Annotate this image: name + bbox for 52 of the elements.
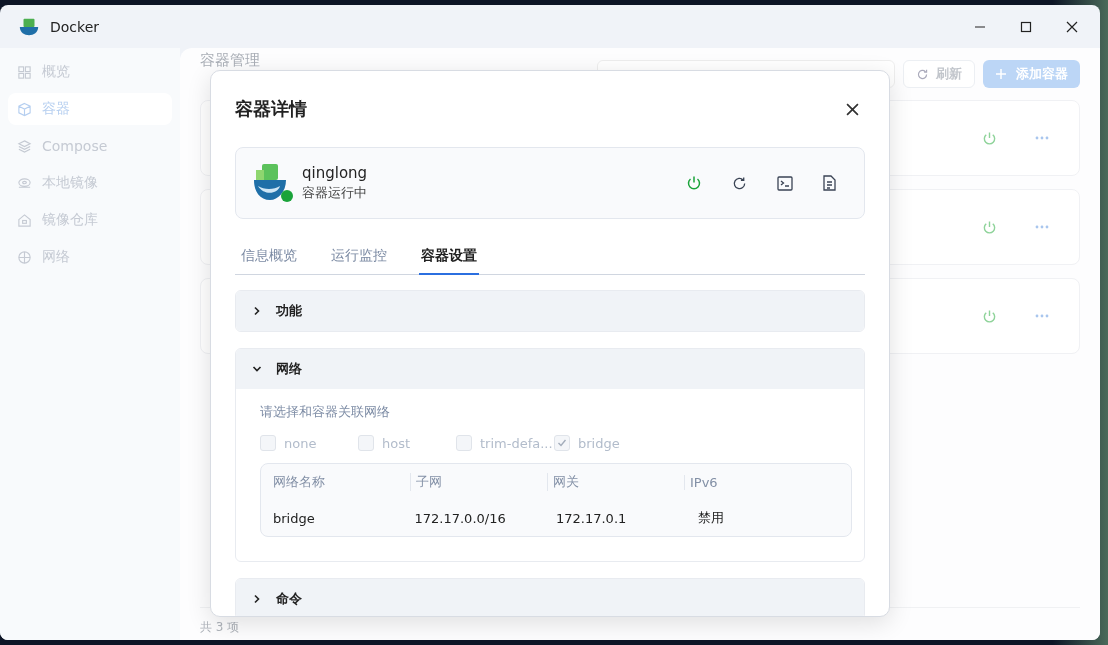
maximize-icon[interactable] — [1020, 20, 1032, 33]
more-icon[interactable] — [1035, 136, 1049, 140]
section-header[interactable]: 网络 — [236, 349, 864, 389]
item-count: 共 3 项 — [200, 619, 240, 636]
grid-icon — [17, 64, 32, 80]
tab[interactable]: 信息概览 — [239, 241, 299, 275]
network-checkbox[interactable]: none — [260, 435, 358, 451]
terminal-icon[interactable] — [777, 175, 793, 191]
refresh-button[interactable]: 刷新 — [903, 60, 975, 88]
chevron-right-icon — [252, 594, 262, 604]
table-cell-text: 禁用 — [697, 509, 725, 527]
more-icon[interactable] — [1035, 314, 1049, 318]
window-title: Docker — [50, 18, 100, 35]
whale-logo-icon — [252, 162, 288, 202]
sidebar-item[interactable]: 容器 — [8, 93, 172, 125]
power-icon[interactable] — [982, 219, 997, 235]
add-container-button[interactable]: 添加容器 — [983, 60, 1080, 88]
dialog-title: 容器详情 — [235, 97, 307, 121]
check-icon — [557, 438, 567, 448]
close-icon[interactable] — [846, 102, 859, 116]
column-header: 网络名称 — [273, 473, 326, 491]
network-hint: 请选择和容器关联网络 — [260, 403, 391, 421]
section-header[interactable]: 功能 — [236, 291, 864, 331]
power-icon[interactable] — [686, 175, 702, 191]
more-icon[interactable] — [1035, 225, 1049, 229]
network-checkbox[interactable]: host — [358, 435, 456, 451]
container-name: qinglong — [302, 164, 368, 182]
chevron-right-icon — [252, 306, 262, 316]
network-checkbox[interactable]: bridge — [554, 435, 652, 451]
container-status: 容器运行中 — [302, 184, 368, 202]
section-header[interactable]: 命令 — [236, 579, 864, 616]
power-icon[interactable] — [982, 308, 997, 324]
tab[interactable]: 运行监控 — [329, 241, 389, 275]
tab[interactable]: 容器设置 — [419, 241, 479, 275]
page-title: 容器管理 — [200, 50, 260, 70]
layers-icon — [17, 138, 32, 154]
table-cell-text: 172.17.0.1 — [556, 510, 628, 526]
cube-icon — [17, 101, 32, 117]
restart-icon[interactable] — [732, 175, 747, 191]
house-icon — [17, 212, 32, 228]
log-icon[interactable] — [823, 175, 836, 191]
power-icon[interactable] — [982, 130, 997, 146]
chevron-down-icon — [252, 364, 262, 374]
table-cell-text: bridge — [273, 510, 316, 526]
plus-icon — [995, 68, 1007, 80]
refresh-icon — [916, 67, 929, 81]
table-cell-text: 172.17.0.0/16 — [414, 510, 507, 526]
network-checkbox[interactable]: trim-defa... — [456, 435, 554, 451]
disk-icon — [17, 175, 32, 191]
globe-icon — [17, 249, 32, 265]
column-header: IPv6 — [684, 474, 827, 490]
close-icon[interactable] — [1066, 20, 1078, 33]
